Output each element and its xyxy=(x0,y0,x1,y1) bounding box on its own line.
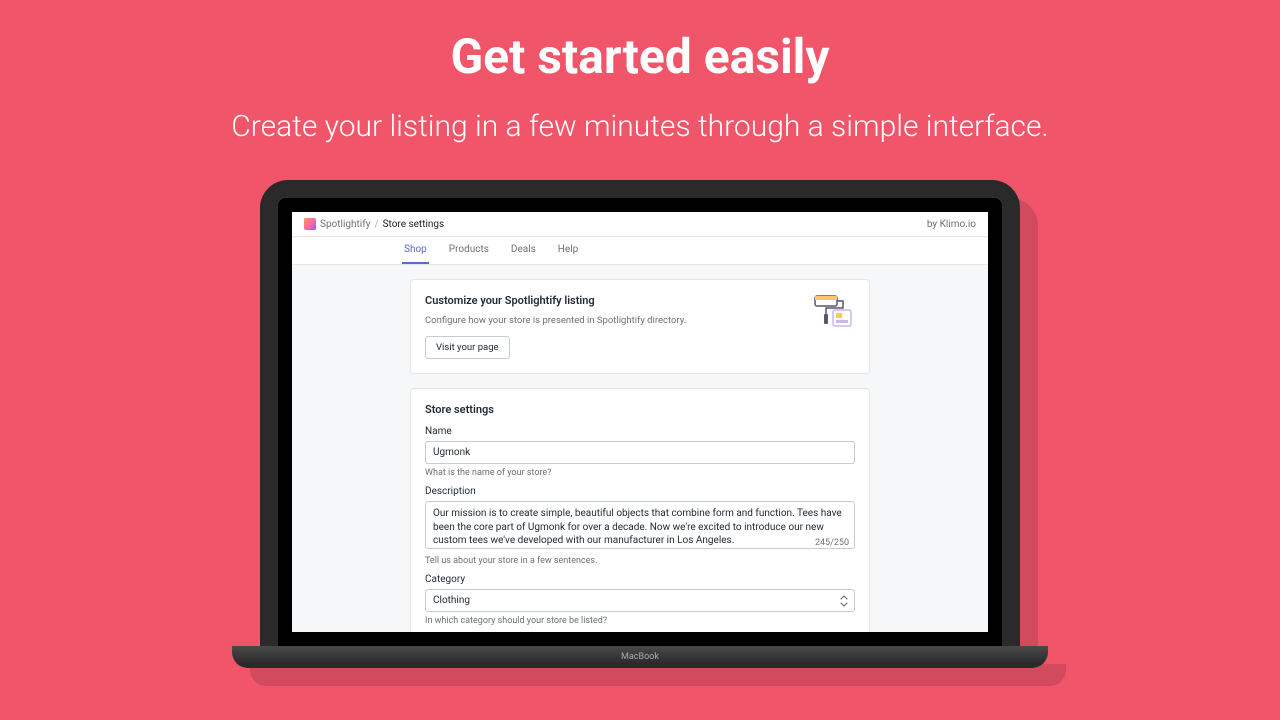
description-label: Description xyxy=(425,486,855,497)
char-count: 245/250 xyxy=(815,538,849,548)
description-input[interactable] xyxy=(425,501,855,549)
laptop-brand: MacBook xyxy=(621,652,659,662)
visit-page-button[interactable]: Visit your page xyxy=(425,336,510,359)
description-wrap: 245/250 xyxy=(425,501,855,552)
hero-subtitle: Create your listing in a few minutes thr… xyxy=(0,109,1280,144)
hero-title: Get started easily xyxy=(0,0,1280,85)
tab-deals[interactable]: Deals xyxy=(509,237,538,264)
screen-bezel: Spotlightify / Store settings by Klimo.i… xyxy=(278,198,1002,646)
paint-roller-icon xyxy=(809,292,855,337)
tab-help[interactable]: Help xyxy=(556,237,580,264)
breadcrumb: Spotlightify / Store settings xyxy=(304,218,444,230)
laptop-base: MacBook xyxy=(232,646,1048,668)
tab-shop[interactable]: Shop xyxy=(402,237,429,264)
name-helper: What is the name of your store? xyxy=(425,468,855,478)
app-icon xyxy=(304,218,316,230)
customize-card: Customize your Spotlightify listing Conf… xyxy=(410,279,870,374)
by-link[interactable]: by Klimo.io xyxy=(927,219,976,230)
customize-desc: Configure how your store is presented in… xyxy=(425,315,855,326)
laptop-frame: Spotlightify / Store settings by Klimo.i… xyxy=(260,180,1020,646)
topbar: Spotlightify / Store settings by Klimo.i… xyxy=(292,212,988,237)
category-helper: In which category should your store be l… xyxy=(425,616,855,626)
breadcrumb-page: Store settings xyxy=(383,219,445,230)
laptop-mockup: Spotlightify / Store settings by Klimo.i… xyxy=(260,180,1020,668)
store-settings-card: Store settings Name What is the name of … xyxy=(410,388,870,632)
category-select-wrap: Clothing xyxy=(425,589,855,612)
tabs: Shop Products Deals Help xyxy=(292,237,988,265)
category-label: Category xyxy=(425,574,855,585)
description-helper: Tell us about your store in a few senten… xyxy=(425,556,855,566)
breadcrumb-app[interactable]: Spotlightify xyxy=(320,219,370,230)
category-select[interactable]: Clothing xyxy=(425,589,855,612)
store-settings-title: Store settings xyxy=(425,403,855,416)
name-input[interactable] xyxy=(425,441,855,464)
breadcrumb-separator: / xyxy=(374,219,378,230)
name-label: Name xyxy=(425,426,855,437)
tab-products[interactable]: Products xyxy=(447,237,491,264)
customize-title: Customize your Spotlightify listing xyxy=(425,294,855,307)
content: Customize your Spotlightify listing Conf… xyxy=(410,279,870,632)
app-screen: Spotlightify / Store settings by Klimo.i… xyxy=(292,212,988,632)
